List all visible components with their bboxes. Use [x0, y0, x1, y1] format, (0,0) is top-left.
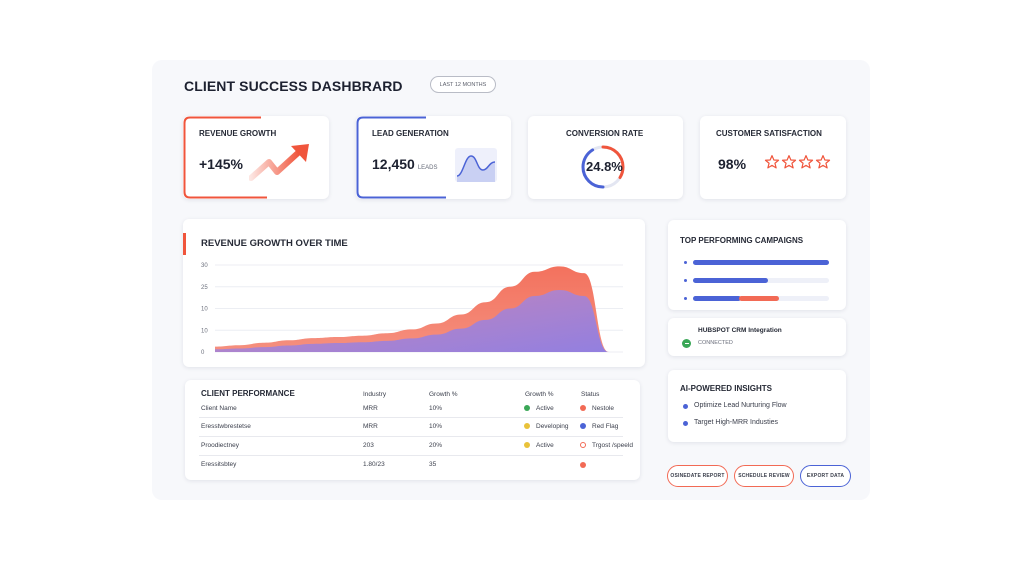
- connected-check-icon: [682, 339, 691, 348]
- panel-title: TOP PERFORMING CAMPAIGNS: [680, 236, 804, 245]
- stage-cell: Active: [536, 405, 554, 412]
- schedule-review-button[interactable]: SCHEDULE REVIEW: [734, 465, 794, 487]
- client-name: Client Name: [201, 405, 237, 412]
- client-name: Proodiectney: [201, 442, 239, 449]
- growth-cell: 10%: [429, 405, 443, 412]
- page-title: CLIENT SUCCESS DASHBRARD: [184, 78, 403, 94]
- campaign-row[interactable]: [668, 260, 846, 266]
- ai-insights-card: AI-POWERED INSIGHTS Optimize Lead Nurtur…: [668, 370, 846, 442]
- stage-dot: [524, 423, 530, 429]
- row-divider: [199, 455, 623, 456]
- panel-title: AI-POWERED INSIGHTS: [680, 384, 773, 393]
- column-header[interactable]: Growth %: [429, 391, 458, 398]
- insight-item[interactable]: Target High-MRR Industies: [694, 419, 778, 426]
- star-icon: [781, 155, 797, 169]
- kpi-label: LEAD GENERATION: [372, 129, 449, 138]
- industry-cell: 1.80/23: [363, 461, 385, 468]
- star-icon: [815, 155, 831, 169]
- stage-cell: Active: [536, 442, 554, 449]
- integration-title: HUBSPOT CRM Integration: [698, 327, 782, 334]
- kpi-card-customer-satisfaction[interactable]: CUSTOMER SATISFACTION 98%: [700, 116, 846, 199]
- status-dot: [580, 405, 586, 411]
- status-cell: Nestole: [592, 405, 615, 412]
- status-cell: Red Flag: [592, 423, 619, 430]
- campaign-bar-fill: [693, 278, 768, 283]
- y-tick-label: 0: [201, 350, 205, 356]
- column-header[interactable]: Status: [581, 391, 599, 398]
- industry-cell: MRR: [363, 423, 378, 430]
- client-performance-table: CLIENT PERFORMANCE Industry Growth % Gro…: [185, 380, 640, 480]
- integration-status: CONNECTED: [698, 340, 733, 346]
- top-campaigns-card: TOP PERFORMING CAMPAIGNS: [668, 220, 846, 310]
- y-tick-label: 10: [201, 328, 208, 334]
- sparkline-icon: [455, 148, 497, 182]
- stage-dot: [524, 405, 530, 411]
- period-filter-button[interactable]: LAST 12 MONTHS: [430, 76, 496, 93]
- bullet-icon: [684, 279, 687, 282]
- star-icon: [764, 155, 780, 169]
- status-dot: [580, 442, 586, 448]
- revenue-area-chart: 30 25 10 10 0: [201, 263, 623, 356]
- revenue-chart-card: REVENUE GROWTH OVER TIME 30 25 10 10 0: [183, 219, 645, 367]
- industry-cell: MRR: [363, 405, 378, 412]
- kpi-value: 98%: [718, 156, 747, 172]
- column-header[interactable]: Growth %: [525, 391, 554, 398]
- bullet-icon: [683, 421, 688, 426]
- star-icon: [798, 155, 814, 169]
- status-dot: [580, 423, 586, 429]
- campaign-bar-fill-secondary: [738, 296, 780, 301]
- star-rating: [764, 154, 831, 170]
- campaign-bar-fill: [693, 296, 741, 301]
- insight-item[interactable]: Optimize Lead Nurturing Flow: [694, 402, 787, 409]
- row-divider: [199, 417, 623, 418]
- kpi-label: CUSTOMER SATISFACTION: [716, 129, 822, 138]
- kpi-value: +145%: [199, 156, 243, 172]
- kpi-value: 24.8%: [586, 159, 623, 174]
- campaign-bar-fill: [693, 260, 829, 265]
- kpi-card-revenue-growth[interactable]: REVENUE GROWTH +145%: [183, 116, 329, 199]
- status-cell: Trgost /speeld: [592, 442, 633, 449]
- column-header[interactable]: Industry: [363, 391, 386, 398]
- bullet-icon: [684, 261, 687, 264]
- crm-integration-card[interactable]: HUBSPOT CRM Integration CONNECTED: [668, 318, 846, 356]
- kpi-label: CONVERSION RATE: [566, 129, 644, 138]
- y-tick-label: 30: [201, 263, 208, 269]
- bullet-icon: [683, 404, 688, 409]
- stage-dot: [524, 442, 530, 448]
- growth-cell: 10%: [429, 423, 443, 430]
- kpi-card-conversion-rate[interactable]: CONVERSION RATE 24.8%: [528, 116, 683, 199]
- kpi-card-lead-generation[interactable]: LEAD GENERATION 12,450 LEADS: [356, 116, 511, 199]
- status-dot: [580, 462, 586, 468]
- stage-cell: Developing: [536, 423, 569, 430]
- client-name: Eressitsbtey: [201, 461, 237, 468]
- campaign-row[interactable]: [668, 278, 846, 284]
- trend-up-arrow-icon: [249, 144, 309, 181]
- generate-report-button[interactable]: OSINEDATE REPORT: [667, 465, 728, 487]
- industry-cell: 203: [363, 442, 374, 449]
- kpi-value: 12,450 LEADS: [372, 156, 438, 172]
- bullet-icon: [684, 297, 687, 300]
- campaign-row[interactable]: [668, 296, 846, 302]
- client-name: Eresstwbrestetse: [201, 423, 251, 430]
- row-divider: [199, 436, 623, 437]
- table-title: CLIENT PERFORMANCE: [201, 389, 295, 398]
- export-data-button[interactable]: EXPORT DATA: [800, 465, 851, 487]
- kpi-label: REVENUE GROWTH: [199, 129, 277, 138]
- y-tick-label: 10: [201, 307, 208, 313]
- growth-cell: 20%: [429, 442, 443, 449]
- growth-cell: 35: [429, 461, 437, 468]
- y-tick-label: 25: [201, 285, 208, 291]
